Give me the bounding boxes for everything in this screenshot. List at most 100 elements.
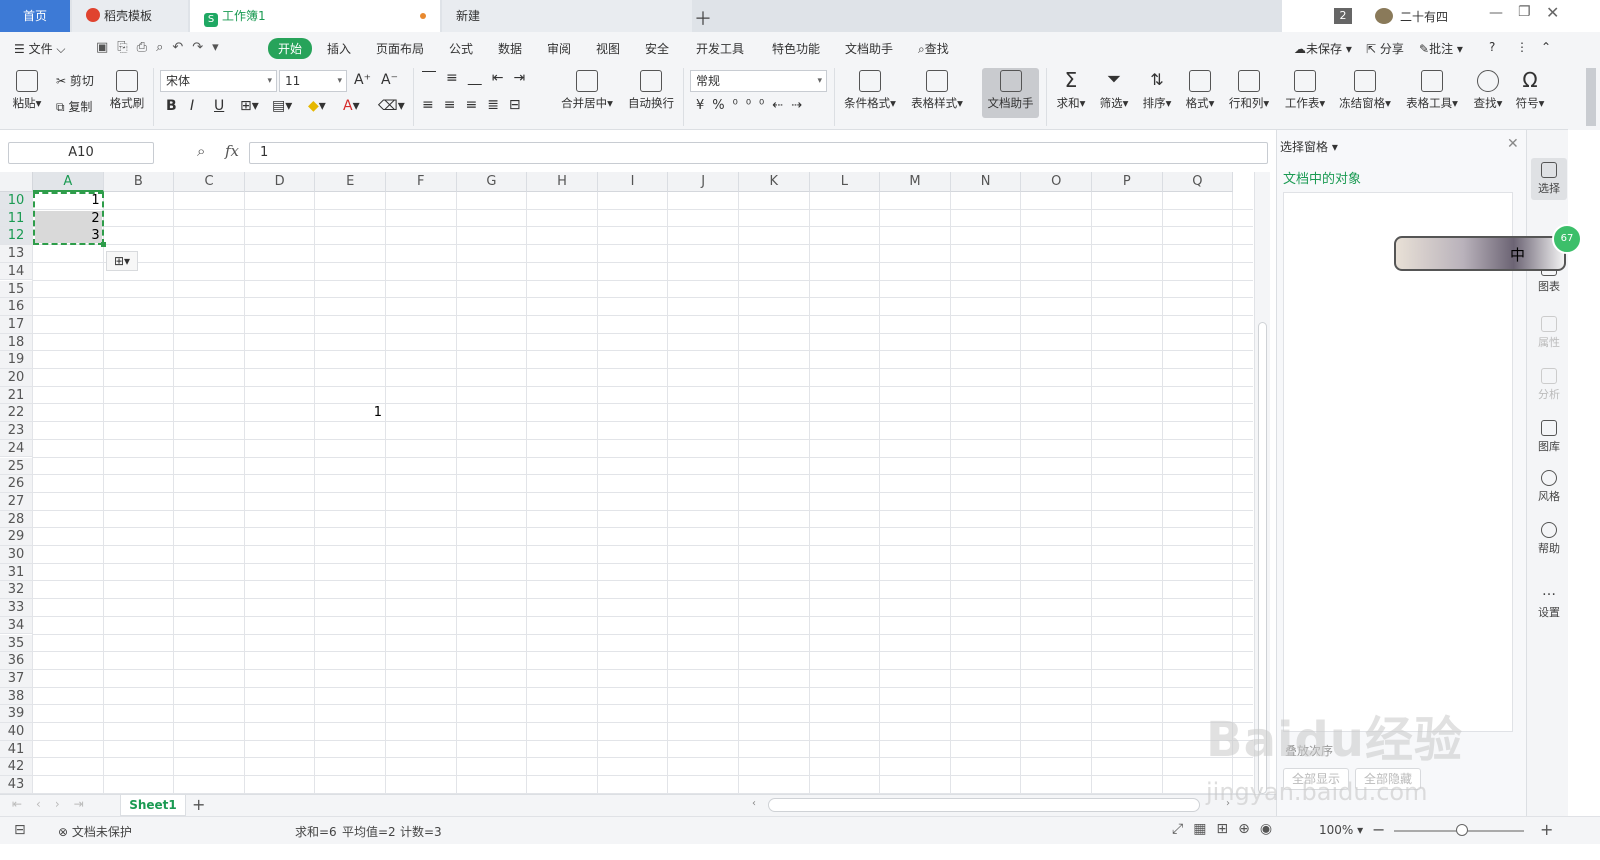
menu-review[interactable]: 审阅 <box>547 40 571 57</box>
row-header[interactable]: 25 <box>0 457 33 476</box>
increase-font-icon[interactable]: A⁺ <box>354 72 371 88</box>
row-header[interactable]: 39 <box>0 705 33 723</box>
zoom-out-icon[interactable]: − <box>1372 820 1385 839</box>
add-sheet-icon[interactable]: + <box>192 795 205 814</box>
vertical-align-icons[interactable]: ⎺≡⎽⇤⇥ <box>422 70 535 86</box>
close-pane-icon[interactable]: ✕ <box>1507 136 1519 152</box>
horizontal-scroll-thumb[interactable] <box>768 798 1200 812</box>
number-format-select[interactable]: 常规 <box>690 70 827 92</box>
more-icon[interactable]: ⋮ <box>1516 40 1528 54</box>
quick-access-toolbar[interactable]: ▣⎘⎙⌕↶↷▾ <box>96 40 228 55</box>
column-header[interactable]: F <box>386 172 457 192</box>
row-header[interactable]: 40 <box>0 723 33 741</box>
column-header[interactable]: P <box>1092 172 1163 192</box>
cell-style-icon[interactable]: ▤▾ <box>272 98 292 114</box>
sheet-tab-sheet1[interactable]: Sheet1 <box>120 795 186 816</box>
row-header[interactable]: 21 <box>0 386 33 405</box>
ime-char[interactable]: 中 <box>1510 244 1525 265</box>
row-header[interactable]: 24 <box>0 439 33 458</box>
row-header[interactable]: 29 <box>0 528 33 546</box>
column-header[interactable]: O <box>1021 172 1092 192</box>
menu-file[interactable]: ☰ 文件 ⌵ <box>14 40 66 57</box>
row-header[interactable]: 15 <box>0 280 33 299</box>
row-header[interactable]: 11 <box>0 209 33 228</box>
row-header[interactable]: 16 <box>0 298 33 316</box>
vertical-scroll-thumb[interactable] <box>1258 322 1267 794</box>
row-header[interactable]: 23 <box>0 422 33 440</box>
row-header[interactable]: 26 <box>0 475 33 493</box>
horizontal-align-icons[interactable]: ≡≡≡≣⊟ <box>422 97 531 113</box>
formula-input[interactable]: 1 <box>249 142 1268 164</box>
row-header[interactable]: 41 <box>0 740 33 759</box>
scroll-right-icon[interactable]: › <box>1226 798 1230 809</box>
hide-all-button[interactable]: 全部隐藏 <box>1355 768 1421 790</box>
protect-status[interactable]: ⊗ 文档未保护 <box>58 823 132 840</box>
menu-formula[interactable]: 公式 <box>449 40 473 57</box>
zoom-slider-thumb[interactable] <box>1456 824 1468 836</box>
ime-widget[interactable]: 中 <box>1394 236 1566 271</box>
rail-gallery[interactable]: 图库 <box>1531 420 1567 454</box>
cell-value[interactable]: 1 <box>33 192 99 210</box>
copy-button[interactable]: ⧉ 复制 <box>56 98 92 115</box>
rail-properties[interactable]: 属性 <box>1531 316 1567 350</box>
menu-search[interactable]: ⌕查找 <box>918 40 949 57</box>
row-header[interactable]: 34 <box>0 616 33 635</box>
column-header[interactable]: D <box>244 172 316 192</box>
filter-button[interactable]: ⏷ 筛选▾ <box>1097 70 1131 111</box>
sum-button[interactable]: Σ 求和▾ <box>1054 70 1088 111</box>
italic-icon[interactable]: I <box>190 98 194 114</box>
row-header[interactable]: 18 <box>0 333 33 352</box>
row-header[interactable]: 42 <box>0 758 33 777</box>
menu-security[interactable]: 安全 <box>645 40 669 57</box>
row-header[interactable]: 13 <box>0 245 33 263</box>
ribbon-scroll[interactable] <box>1568 64 1600 130</box>
tab-template[interactable]: 稻壳模板 <box>72 0 188 32</box>
add-tab-icon[interactable]: ＋ <box>694 5 712 31</box>
comment-button[interactable]: ✎批注 ▾ <box>1419 40 1463 57</box>
table-tools-button[interactable]: 表格工具▾ <box>1403 70 1461 111</box>
rail-settings[interactable]: … 设置 <box>1531 584 1567 620</box>
objects-list[interactable] <box>1283 192 1513 732</box>
row-header[interactable]: 30 <box>0 546 33 564</box>
worksheet-button[interactable]: 工作表▾ <box>1282 70 1328 111</box>
row-header[interactable]: 43 <box>0 776 33 794</box>
row-header[interactable]: 19 <box>0 351 33 369</box>
menu-insert[interactable]: 插入 <box>327 40 351 57</box>
row-header[interactable]: 28 <box>0 510 33 529</box>
row-header[interactable]: 37 <box>0 669 33 688</box>
vertical-scrollbar[interactable] <box>1254 172 1270 794</box>
row-header[interactable]: 22 <box>0 404 33 423</box>
menu-page-layout[interactable]: 页面布局 <box>376 40 424 57</box>
tab-home[interactable]: 首页 <box>0 0 70 32</box>
underline-icon[interactable]: U <box>214 98 224 114</box>
sheet-nav-icons[interactable]: ⇤‹›⇥ <box>12 797 98 811</box>
column-header[interactable]: L <box>809 172 881 192</box>
paste-button[interactable]: 粘贴▾ <box>10 70 44 111</box>
column-header[interactable]: A <box>33 172 104 192</box>
column-header[interactable]: B <box>103 172 175 192</box>
font-color-icon[interactable]: A▾ <box>343 98 360 114</box>
column-header[interactable]: H <box>527 172 598 192</box>
doc-assistant-button[interactable]: 文档助手 <box>982 68 1039 118</box>
spreadsheet-grid[interactable]: ABCDEFGHIJKLMNOPQ 10 11 12 13 14 15 16 17 18 19 20… <box>0 172 1256 794</box>
menu-developer[interactable]: 开发工具 <box>696 40 744 57</box>
number-format-icons[interactable]: ¥%⁰⁰⁰⇠⇢ <box>696 98 810 113</box>
menu-data[interactable]: 数据 <box>498 40 522 57</box>
quick-analysis-icon[interactable]: ⊞▾ <box>106 251 138 271</box>
border-icon[interactable]: ⊞▾ <box>240 98 259 114</box>
column-header[interactable]: C <box>174 172 245 192</box>
view-mode-icons[interactable]: ⤢▦⊞⊕◉ <box>1172 821 1282 837</box>
column-header[interactable]: N <box>950 172 1022 192</box>
menu-doc-assistant[interactable]: 文档助手 <box>845 40 893 57</box>
fill-color-icon[interactable]: ◆▾ <box>308 98 326 114</box>
decrease-font-icon[interactable]: A⁻ <box>381 72 398 88</box>
column-header[interactable]: J <box>668 172 739 192</box>
rail-style[interactable]: 风格 <box>1531 470 1567 504</box>
fill-handle[interactable] <box>101 242 106 247</box>
select-all-corner[interactable] <box>0 172 33 192</box>
cut-button[interactable]: ✂ 剪切 <box>56 72 94 89</box>
row-header[interactable]: 31 <box>0 563 33 582</box>
clear-format-icon[interactable]: ⌫▾ <box>378 98 405 114</box>
fx-icon[interactable]: fx <box>225 142 239 160</box>
menu-features[interactable]: 特色功能 <box>772 40 820 57</box>
